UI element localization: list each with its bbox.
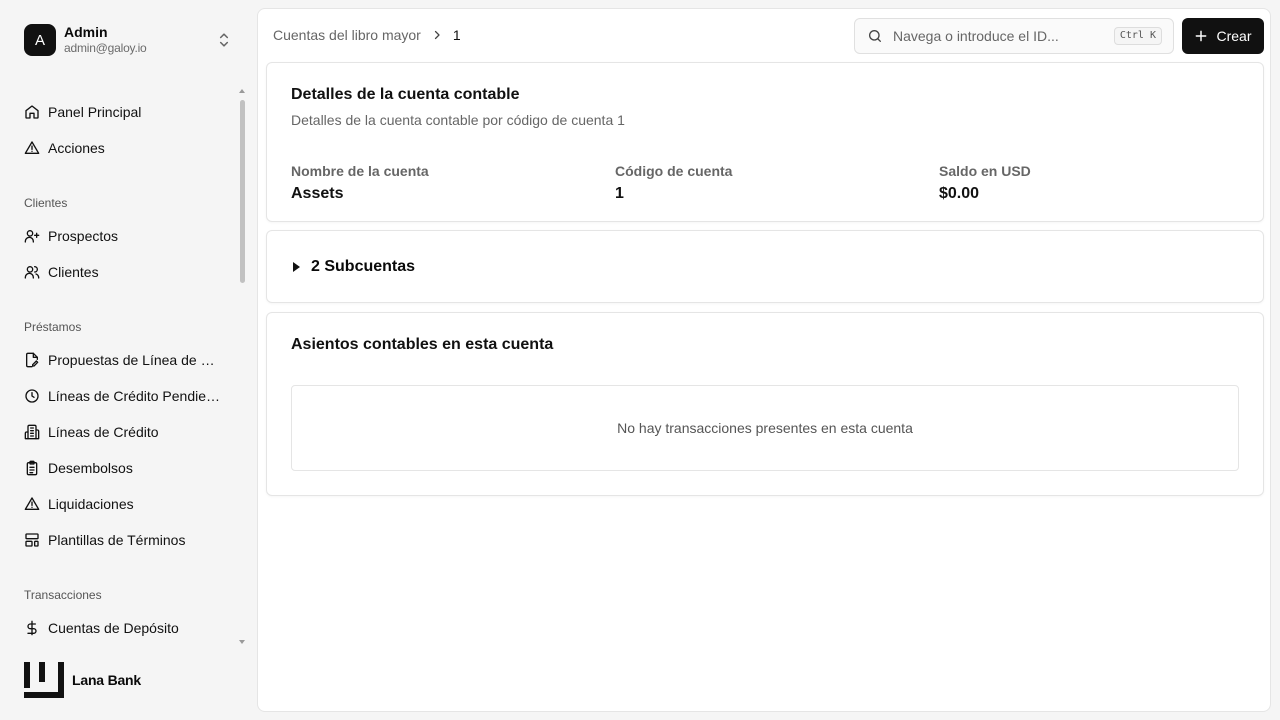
card-description: Detalles de la cuenta contable por códig… bbox=[291, 112, 625, 128]
sidebar-item-label: Liquidaciones bbox=[48, 496, 134, 512]
subaccounts-card: 2 Subcuentas bbox=[266, 230, 1264, 303]
user-info: Admin admin@galoy.io bbox=[64, 24, 147, 56]
search-input[interactable] bbox=[893, 19, 1103, 53]
nav-group-clientes: Clientes bbox=[24, 196, 68, 210]
users-icon bbox=[24, 266, 40, 279]
sidebar-item-label: Propuestas de Línea de Cr... bbox=[48, 352, 224, 368]
scroll-up-arrow[interactable] bbox=[239, 89, 245, 93]
sidebar-item-label: Clientes bbox=[48, 264, 99, 280]
home-icon bbox=[25, 105, 39, 119]
field-label: Nombre de la cuenta bbox=[291, 163, 429, 179]
empty-state: No hay transacciones presentes en esta c… bbox=[291, 385, 1239, 471]
scroll-down-arrow[interactable] bbox=[239, 640, 245, 644]
sidebar-item-label: Cuentas de Depósito bbox=[48, 620, 179, 636]
sidebar-item-lineas-pendientes[interactable]: Líneas de Crédito Pendient... bbox=[24, 382, 224, 410]
search-icon bbox=[869, 30, 881, 42]
breadcrumb: Cuentas del libro mayor 1 bbox=[273, 27, 461, 43]
caret-right-icon bbox=[293, 262, 300, 272]
chevron-right-icon bbox=[434, 30, 440, 40]
sidebar-item-label: Acciones bbox=[48, 140, 105, 156]
sidebar-item-plantillas[interactable]: Plantillas de Términos bbox=[24, 526, 224, 554]
sidebar-item-cuentas-deposito[interactable]: Cuentas de Depósito bbox=[24, 614, 224, 642]
file-edit-icon bbox=[26, 352, 39, 368]
sidebar-nav: Panel Principal Acciones Clientes Prospe… bbox=[0, 94, 236, 650]
sidebar-item-label: Prospectos bbox=[48, 228, 119, 244]
plus-icon bbox=[1196, 30, 1207, 42]
dollar-icon bbox=[27, 620, 37, 636]
sidebar-item-label: Panel Principal bbox=[48, 104, 142, 120]
sidebar-item-lineas-credito[interactable]: Líneas de Crédito bbox=[24, 418, 224, 446]
main-panel: Cuentas del libro mayor 1 Ctrl K Crear D… bbox=[257, 8, 1271, 712]
field-account-name: Nombre de la cuenta Assets bbox=[291, 163, 429, 203]
ledger-entries-card: Asientos contables en esta cuenta No hay… bbox=[266, 312, 1264, 496]
card-title: Asientos contables en esta cuenta bbox=[291, 336, 554, 353]
sidebar-item-acciones[interactable]: Acciones bbox=[24, 134, 224, 162]
nav-group-prestamos: Préstamos bbox=[24, 320, 82, 334]
subaccounts-label: 2 Subcuentas bbox=[311, 258, 416, 275]
sidebar-item-label: Plantillas de Términos bbox=[48, 532, 186, 548]
layout-template-icon bbox=[25, 533, 39, 547]
alert-triangle-icon bbox=[24, 497, 40, 510]
field-label: Código de cuenta bbox=[615, 163, 733, 179]
create-button[interactable]: Crear bbox=[1182, 18, 1264, 54]
avatar: A bbox=[24, 24, 56, 56]
field-label: Saldo en USD bbox=[939, 163, 1031, 179]
user-email: admin@galoy.io bbox=[64, 41, 147, 55]
alert-triangle-icon bbox=[24, 141, 40, 154]
empty-state-text: No hay transacciones presentes en esta c… bbox=[617, 420, 913, 436]
sidebar-item-propuestas[interactable]: Propuestas de Línea de Cr... bbox=[24, 346, 224, 374]
sidebar-item-prospectos[interactable]: Prospectos bbox=[24, 222, 224, 250]
shortcut-hint: Ctrl K bbox=[1113, 27, 1162, 45]
sidebar-item-desembolsos[interactable]: Desembolsos bbox=[24, 454, 224, 482]
subaccounts-toggle[interactable]: 2 Subcuentas bbox=[293, 258, 415, 276]
breadcrumb-current: 1 bbox=[452, 27, 461, 43]
card-title: Detalles de la cuenta contable bbox=[291, 86, 520, 103]
account-details-card: Detalles de la cuenta contable Detalles … bbox=[266, 62, 1264, 222]
sidebar-item-label: Líneas de Crédito bbox=[48, 424, 159, 440]
field-value: 1 bbox=[615, 185, 624, 202]
brand: Lana Bank bbox=[24, 662, 141, 698]
sidebar-item-label: Desembolsos bbox=[48, 460, 133, 476]
breadcrumb-link[interactable]: Cuentas del libro mayor bbox=[273, 27, 421, 43]
field-value: Assets bbox=[291, 185, 344, 202]
sidebar-item-panel-principal[interactable]: Panel Principal bbox=[24, 98, 224, 126]
search-box[interactable]: Ctrl K bbox=[854, 18, 1174, 54]
brand-name: Lana Bank bbox=[72, 672, 141, 688]
nav-group-transacciones: Transacciones bbox=[24, 588, 102, 602]
sidebar-scrollbar[interactable] bbox=[240, 100, 245, 283]
field-account-code: Código de cuenta 1 bbox=[615, 163, 732, 203]
sidebar: A Admin admin@galoy.io Panel Principal A… bbox=[0, 0, 256, 720]
clock-icon bbox=[25, 389, 39, 403]
user-name: Admin bbox=[64, 24, 108, 40]
lana-bank-logo-icon bbox=[24, 662, 64, 698]
user-switcher[interactable]: A Admin admin@galoy.io bbox=[24, 24, 236, 56]
create-button-label: Crear bbox=[1216, 28, 1252, 44]
building-icon bbox=[24, 424, 40, 440]
chevrons-up-down-icon bbox=[219, 33, 229, 47]
sidebar-item-label: Líneas de Crédito Pendient... bbox=[48, 388, 224, 404]
sidebar-item-clientes[interactable]: Clientes bbox=[24, 258, 224, 286]
user-plus-icon bbox=[24, 230, 40, 243]
sidebar-item-liquidaciones[interactable]: Liquidaciones bbox=[24, 490, 224, 518]
field-value: $0.00 bbox=[939, 185, 980, 202]
clipboard-list-icon bbox=[26, 460, 38, 476]
field-balance-usd: Saldo en USD $0.00 bbox=[939, 163, 1031, 203]
